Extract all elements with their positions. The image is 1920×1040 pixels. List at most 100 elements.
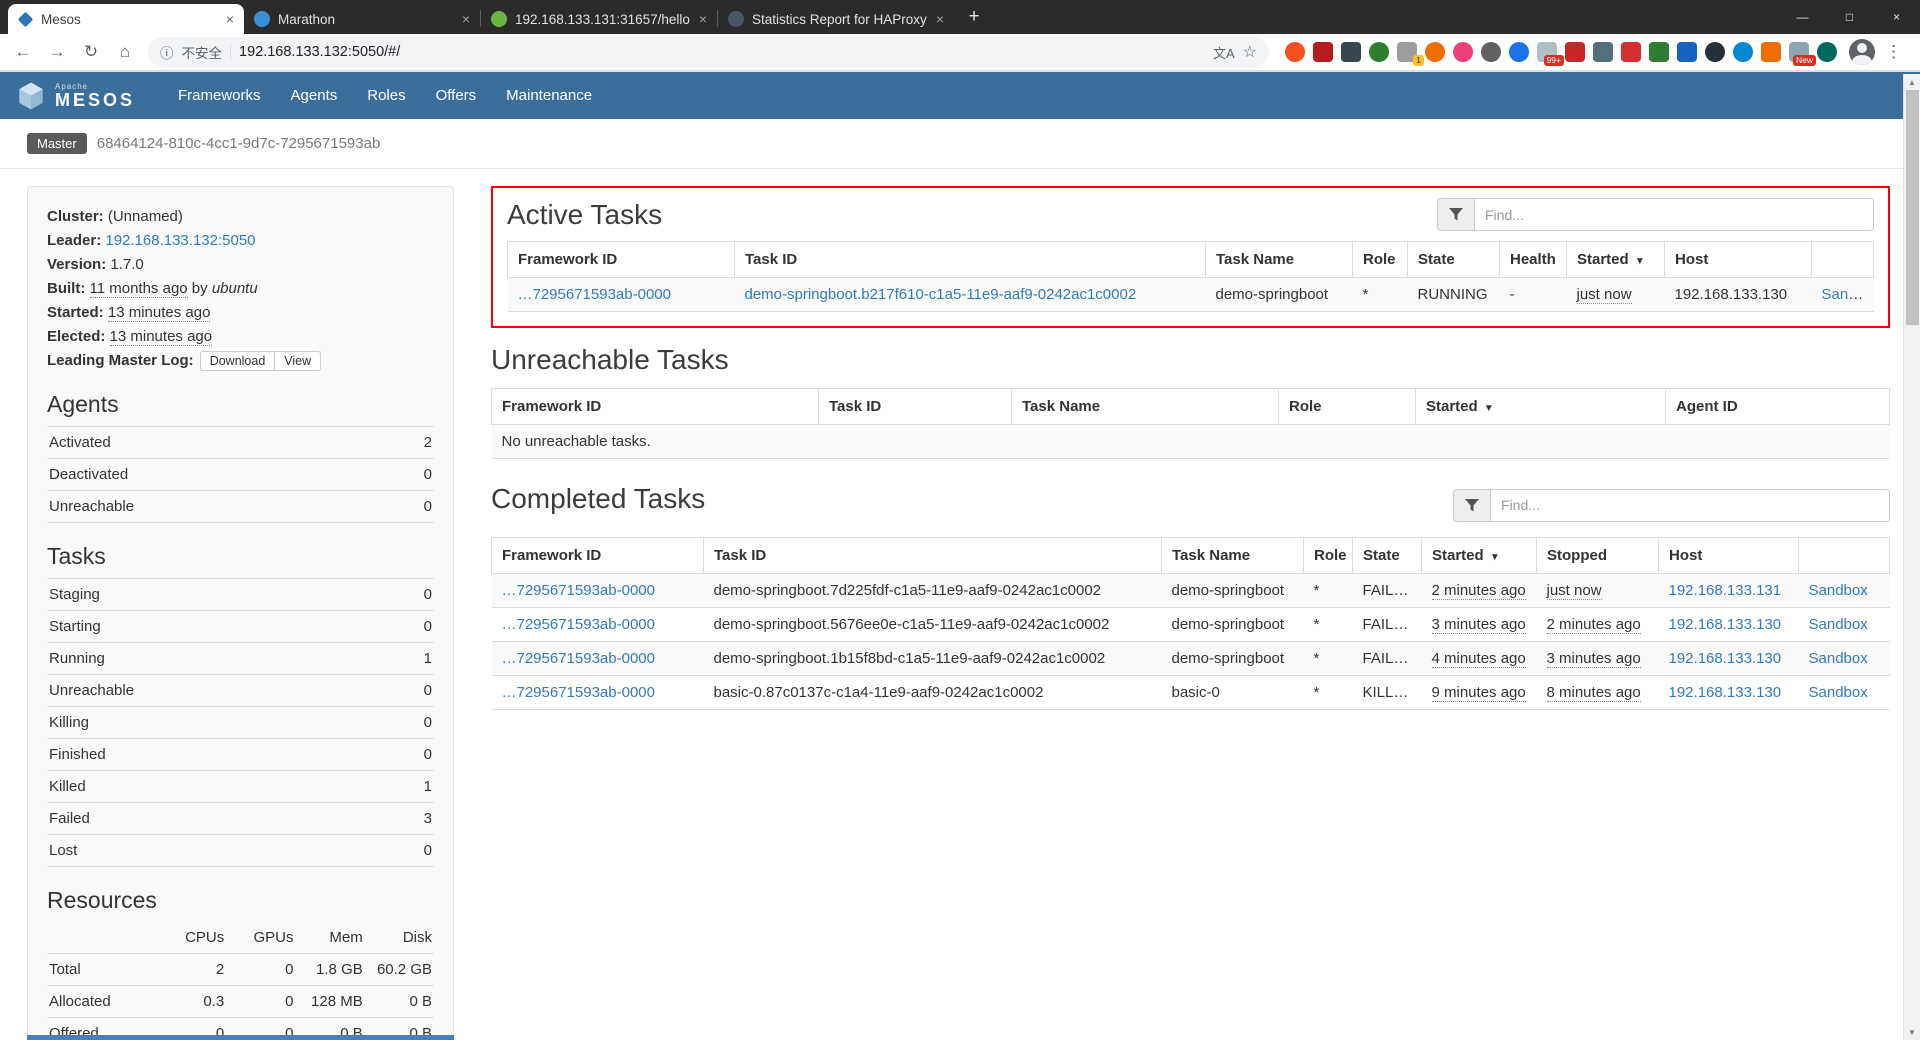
col-header-task-id[interactable]: Task ID <box>704 538 1162 574</box>
extension-icon[interactable] <box>1369 42 1389 62</box>
col-header-state[interactable]: State <box>1353 538 1422 574</box>
nav-agents[interactable]: Agents <box>276 87 353 104</box>
col-header-framework-id[interactable]: Framework ID <box>492 538 704 574</box>
col-header-framework-id[interactable]: Framework ID <box>508 242 735 278</box>
sandbox-link[interactable]: Sandbox <box>1809 582 1868 599</box>
col-header-task-id[interactable]: Task ID <box>819 389 1012 425</box>
sandbox-link[interactable]: Sandbox <box>1809 616 1868 633</box>
translate-icon[interactable]: 文A <box>1213 43 1235 62</box>
reload-button[interactable]: ↻ <box>76 37 106 67</box>
address-bar[interactable]: ⓘ 不安全 192.168.133.132:5050/#/ 文A ☆ <box>148 37 1269 67</box>
mesos-logo[interactable]: Apache MESOS <box>16 81 135 111</box>
col-header-agent-id[interactable]: Agent ID <box>1666 389 1890 425</box>
extension-icon[interactable] <box>1453 42 1473 62</box>
nav-frameworks[interactable]: Frameworks <box>163 87 276 104</box>
col-header-task-name[interactable]: Task Name <box>1206 242 1353 278</box>
extension-icon[interactable] <box>1481 42 1501 62</box>
close-tab-icon[interactable]: × <box>462 11 470 27</box>
col-header-task-name[interactable]: Task Name <box>1012 389 1279 425</box>
view-log-button[interactable]: View <box>274 351 321 371</box>
stat-label: Unreachable <box>47 675 387 707</box>
nav-maintenance[interactable]: Maintenance <box>491 87 607 104</box>
col-header-host[interactable]: Host <box>1659 538 1799 574</box>
framework-id-link[interactable]: …7295671593ab-0000 <box>502 650 655 667</box>
task-id-cell: basic-0.87c0137c-c1a4-11e9-aaf9-0242ac1c… <box>704 676 1162 710</box>
stat-row: Lost0 <box>47 835 434 867</box>
host-link[interactable]: 192.168.133.130 <box>1669 650 1782 667</box>
extension-icon[interactable] <box>1425 42 1445 62</box>
scrollbar-thumb[interactable] <box>1906 90 1919 325</box>
unreachable-tasks-section: Unreachable Tasks Framework ID Task ID T… <box>491 344 1890 459</box>
col-header-started[interactable]: Started ▼ <box>1416 389 1666 425</box>
completed-tasks-find-input[interactable] <box>1490 489 1890 522</box>
extension-icon[interactable]: New <box>1789 42 1809 62</box>
col-header-role[interactable]: Role <box>1304 538 1353 574</box>
profile-avatar[interactable] <box>1849 39 1875 65</box>
host-link[interactable]: 192.168.133.131 <box>1669 582 1782 599</box>
extension-icon[interactable] <box>1593 42 1613 62</box>
task-id-link[interactable]: demo-springboot.b217f610-c1a5-11e9-aaf9-… <box>745 286 1137 303</box>
col-header-task-name[interactable]: Task Name <box>1162 538 1304 574</box>
sandbox-link[interactable]: Sandbox <box>1809 650 1868 667</box>
framework-id-link[interactable]: …7295671593ab-0000 <box>502 582 655 599</box>
leader-link[interactable]: 192.168.133.132:5050 <box>105 232 255 249</box>
close-window-button[interactable]: × <box>1873 0 1920 34</box>
close-tab-icon[interactable]: × <box>699 11 707 27</box>
bookmark-star-icon[interactable]: ☆ <box>1243 42 1257 62</box>
close-tab-icon[interactable]: × <box>936 11 944 27</box>
extension-icon[interactable] <box>1285 42 1305 62</box>
extension-icon[interactable] <box>1313 42 1333 62</box>
site-info-icon[interactable]: ⓘ <box>160 42 174 62</box>
col-header-started[interactable]: Started ▼ <box>1422 538 1537 574</box>
stat-label: Staging <box>47 579 387 611</box>
forward-button[interactable]: → <box>42 37 72 67</box>
nav-offers[interactable]: Offers <box>421 87 492 104</box>
extension-icon[interactable]: 1 <box>1397 42 1417 62</box>
host-link[interactable]: 192.168.133.130 <box>1669 684 1782 701</box>
extension-icon[interactable] <box>1341 42 1361 62</box>
extension-icon[interactable] <box>1817 42 1837 62</box>
download-log-button[interactable]: Download <box>200 351 276 371</box>
col-header-role[interactable]: Role <box>1279 389 1416 425</box>
col-header-framework-id[interactable]: Framework ID <box>492 389 819 425</box>
home-button[interactable]: ⌂ <box>110 37 140 67</box>
framework-id-link[interactable]: …7295671593ab-0000 <box>518 286 671 303</box>
tab-haproxy-stats[interactable]: Statistics Report for HAProxy × <box>718 4 954 34</box>
framework-id-link[interactable]: …7295671593ab-0000 <box>502 616 655 633</box>
new-tab-button[interactable]: + <box>960 3 988 31</box>
extension-icon[interactable] <box>1621 42 1641 62</box>
extension-icon[interactable] <box>1705 42 1725 62</box>
extension-icon[interactable] <box>1733 42 1753 62</box>
tab-hello-app[interactable]: 192.168.133.131:31657/hello × <box>481 4 717 34</box>
active-tasks-find-input[interactable] <box>1474 198 1874 231</box>
scroll-down-arrow[interactable]: ▼ <box>1904 1024 1920 1040</box>
browser-menu-icon[interactable]: ⋮ <box>1885 42 1902 62</box>
extension-icon[interactable] <box>1761 42 1781 62</box>
extension-icon[interactable]: 99+ <box>1537 42 1557 62</box>
extension-icon[interactable] <box>1565 42 1585 62</box>
col-header-host[interactable]: Host <box>1665 242 1812 278</box>
nav-roles[interactable]: Roles <box>352 87 420 104</box>
completed-task-row: …7295671593ab-0000 demo-springboot.1b15f… <box>492 642 1890 676</box>
sandbox-link[interactable]: Sandbox <box>1809 684 1868 701</box>
tab-mesos[interactable]: Mesos × <box>8 4 244 34</box>
sandbox-link[interactable]: Sandbox <box>1822 286 1874 303</box>
col-header-health[interactable]: Health <box>1500 242 1567 278</box>
col-header-state[interactable]: State <box>1408 242 1500 278</box>
framework-id-link[interactable]: …7295671593ab-0000 <box>502 684 655 701</box>
maximize-button[interactable]: □ <box>1826 0 1873 34</box>
extension-icon[interactable] <box>1509 42 1529 62</box>
extension-icon[interactable] <box>1677 42 1697 62</box>
tab-marathon[interactable]: Marathon × <box>244 4 480 34</box>
col-header-role[interactable]: Role <box>1353 242 1408 278</box>
close-tab-icon[interactable]: × <box>226 11 234 27</box>
col-header-started[interactable]: Started ▼ <box>1567 242 1665 278</box>
col-header-task-id[interactable]: Task ID <box>735 242 1206 278</box>
extension-icon[interactable] <box>1649 42 1669 62</box>
host-link[interactable]: 192.168.133.130 <box>1669 616 1782 633</box>
col-header-stopped[interactable]: Stopped <box>1537 538 1659 574</box>
back-button[interactable]: ← <box>8 37 38 67</box>
extension-badge: New <box>1793 55 1816 66</box>
minimize-button[interactable]: — <box>1779 0 1826 34</box>
scroll-up-arrow[interactable]: ▲ <box>1904 74 1920 90</box>
